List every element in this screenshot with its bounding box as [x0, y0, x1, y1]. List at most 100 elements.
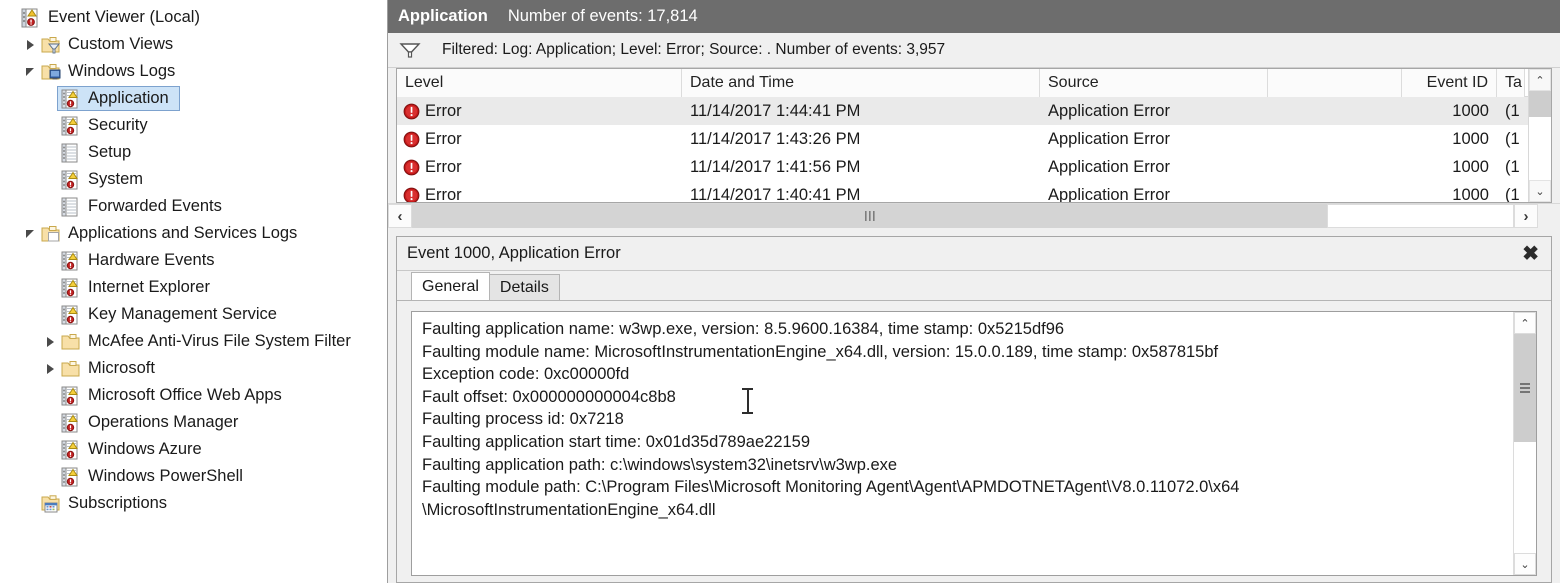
tree-item-hardware-events[interactable]: Hardware Events [0, 247, 387, 274]
description-line: Faulting application path: c:\windows\sy… [422, 455, 898, 474]
hscroll-empty-track[interactable] [1327, 204, 1514, 228]
tree-item-label: Microsoft Office Web Apps [88, 386, 282, 404]
description-line: Faulting module path: C:\Program Files\M… [422, 478, 1240, 497]
tree-item-applications-and-services-logs[interactable]: Applications and Services Logs [0, 220, 387, 247]
table-row[interactable]: Error 11/14/2017 1:44:41 PM Application Er… [397, 97, 1551, 125]
cell-datetime: 11/14/2017 1:40:41 PM [690, 185, 861, 203]
event-description-vertical-scrollbar[interactable]: ⌃ ⌄ [1513, 312, 1536, 575]
description-scroll-up-arrow-icon[interactable]: ⌃ [1514, 312, 1536, 334]
cell-event_id: 1000 [1452, 101, 1489, 120]
tree-item-subscriptions[interactable]: Subscriptions [0, 490, 387, 517]
filter-bar[interactable]: Filtered: Log: Application; Level: Error… [388, 33, 1560, 68]
tree-item-windows-powershell[interactable]: Windows PowerShell [0, 463, 387, 490]
tree-item-microsoft[interactable]: Microsoft [0, 355, 387, 382]
error-icon [403, 103, 420, 120]
tree-item-windows-azure[interactable]: Windows Azure [0, 436, 387, 463]
table-row[interactable]: Error 11/14/2017 1:43:26 PM Application Er… [397, 125, 1551, 153]
tree-item-system[interactable]: System [0, 166, 387, 193]
table-row[interactable]: Error 11/14/2017 1:40:41 PM Application Er… [397, 181, 1551, 202]
table-row[interactable]: Error 11/14/2017 1:41:56 PM Application Er… [397, 153, 1551, 181]
cell-datetime: 11/14/2017 1:41:56 PM [690, 157, 861, 176]
scroll-down-arrow-icon[interactable]: ⌄ [1529, 180, 1551, 202]
tree-item-application[interactable]: Application [0, 85, 387, 112]
tree-item-label: Windows Logs [68, 62, 176, 80]
events-table-vertical-scrollbar[interactable]: ⌃ ⌄ [1528, 69, 1551, 202]
chevron-down-icon[interactable] [20, 67, 40, 76]
column-header-date-and-time[interactable]: Date and Time [682, 68, 1040, 97]
log-book-icon [60, 170, 82, 190]
events-table: Level Date and Time Source Event ID Ta Error… [396, 68, 1552, 203]
column-header-ta[interactable]: Ta [1497, 68, 1525, 97]
tree-item-key-management-service[interactable]: Key Management Service [0, 301, 387, 328]
column-header-blank[interactable] [1268, 68, 1402, 97]
cell-level: Error [397, 185, 682, 203]
scroll-track[interactable] [1529, 91, 1551, 180]
tree-item-label: Operations Manager [88, 413, 239, 431]
chevron-right-icon[interactable] [20, 39, 40, 50]
close-icon[interactable]: ✖ [1522, 244, 1539, 264]
log-book-icon [60, 305, 82, 325]
tree-item-forwarded-events[interactable]: Forwarded Events [0, 193, 387, 220]
column-header-level[interactable]: Level [397, 68, 682, 97]
folder-icon [60, 359, 82, 379]
event-details-tabs: General Details [397, 271, 1551, 300]
folder-filter-icon [40, 35, 62, 55]
tree-item-mcafee-anti-virus-file-system-filter[interactable]: McAfee Anti-Virus File System Filter [0, 328, 387, 355]
tab-details[interactable]: Details [488, 274, 560, 300]
event-description-textbox[interactable]: Faulting application name: w3wp.exe, ver… [411, 311, 1537, 576]
column-header-source[interactable]: Source [1040, 68, 1268, 97]
cell-level-text: Error [425, 101, 462, 120]
hscroll-left-arrow-icon[interactable]: ‹ [388, 204, 412, 228]
log-book-icon [60, 251, 82, 271]
description-scroll-track[interactable] [1514, 334, 1536, 553]
event-details-panel: Event 1000, Application Error ✖ General D… [396, 236, 1552, 583]
hscroll-track[interactable] [412, 204, 1514, 228]
console-tree: Event Viewer (Local) Custom Views Window… [0, 0, 387, 517]
tree-item-label: Windows Azure [88, 440, 202, 458]
tree-item-windows-logs[interactable]: Windows Logs [0, 58, 387, 85]
cell-source: Application Error [1048, 129, 1170, 148]
tree-item-setup[interactable]: Setup [0, 139, 387, 166]
cell-datetime: 11/14/2017 1:44:41 PM [690, 101, 861, 120]
cell-level-text: Error [425, 157, 462, 176]
tree-item-label: Application [88, 89, 169, 107]
tree-item-microsoft-office-web-apps[interactable]: Microsoft Office Web Apps [0, 382, 387, 409]
description-line: Faulting application name: w3wp.exe, ver… [422, 320, 1065, 338]
description-scroll-down-arrow-icon[interactable]: ⌄ [1514, 553, 1536, 575]
description-line: Faulting module name: MicrosoftInstrumen… [422, 342, 1219, 361]
description-scroll-thumb[interactable] [1514, 334, 1536, 442]
filter-description: Filtered: Log: Application; Level: Error… [442, 41, 946, 58]
scroll-thumb[interactable] [1529, 91, 1551, 117]
column-header-event-id[interactable]: Event ID [1402, 68, 1497, 97]
tree-item-label: Key Management Service [88, 305, 277, 323]
cell-level-text: Error [425, 185, 462, 203]
cell-task: (1 [1505, 157, 1520, 176]
event-details-title: Event 1000, Application Error [407, 244, 621, 262]
chevron-down-icon[interactable] [20, 229, 40, 238]
tree-item-label: Microsoft [88, 359, 155, 377]
event-details-tabpanel: Faulting application name: w3wp.exe, ver… [397, 301, 1551, 582]
folder-icon [60, 332, 82, 352]
tree-item-security[interactable]: Security [0, 112, 387, 139]
chevron-right-icon[interactable] [40, 363, 60, 374]
cell-event_id: 1000 [1452, 185, 1489, 203]
cell-source: Application Error [1048, 101, 1170, 120]
tree-item-label: McAfee Anti-Virus File System Filter [88, 332, 351, 350]
tab-general[interactable]: General [411, 272, 490, 300]
hscroll-thumb[interactable] [412, 204, 1327, 228]
log-book-icon [60, 467, 82, 487]
tree-item-custom-views[interactable]: Custom Views [0, 31, 387, 58]
cell-datetime: 11/14/2017 1:43:26 PM [690, 129, 861, 148]
hscroll-right-arrow-icon[interactable]: › [1514, 204, 1538, 228]
tree-item-internet-explorer[interactable]: Internet Explorer [0, 274, 387, 301]
cell-task: (1 [1505, 129, 1520, 148]
tree-item-label: Applications and Services Logs [68, 224, 298, 242]
cell-task: (1 [1505, 101, 1520, 120]
tree-item-operations-manager[interactable]: Operations Manager [0, 409, 387, 436]
scroll-up-arrow-icon[interactable]: ⌃ [1529, 69, 1551, 91]
events-table-header: Level Date and Time Source Event ID Ta [397, 68, 1551, 97]
events-table-horizontal-scrollbar[interactable]: ‹ › [388, 203, 1560, 228]
chevron-right-icon[interactable] [40, 336, 60, 347]
tree-item-event-viewer-local[interactable]: Event Viewer (Local) [0, 4, 387, 31]
log-book-icon [60, 413, 82, 433]
